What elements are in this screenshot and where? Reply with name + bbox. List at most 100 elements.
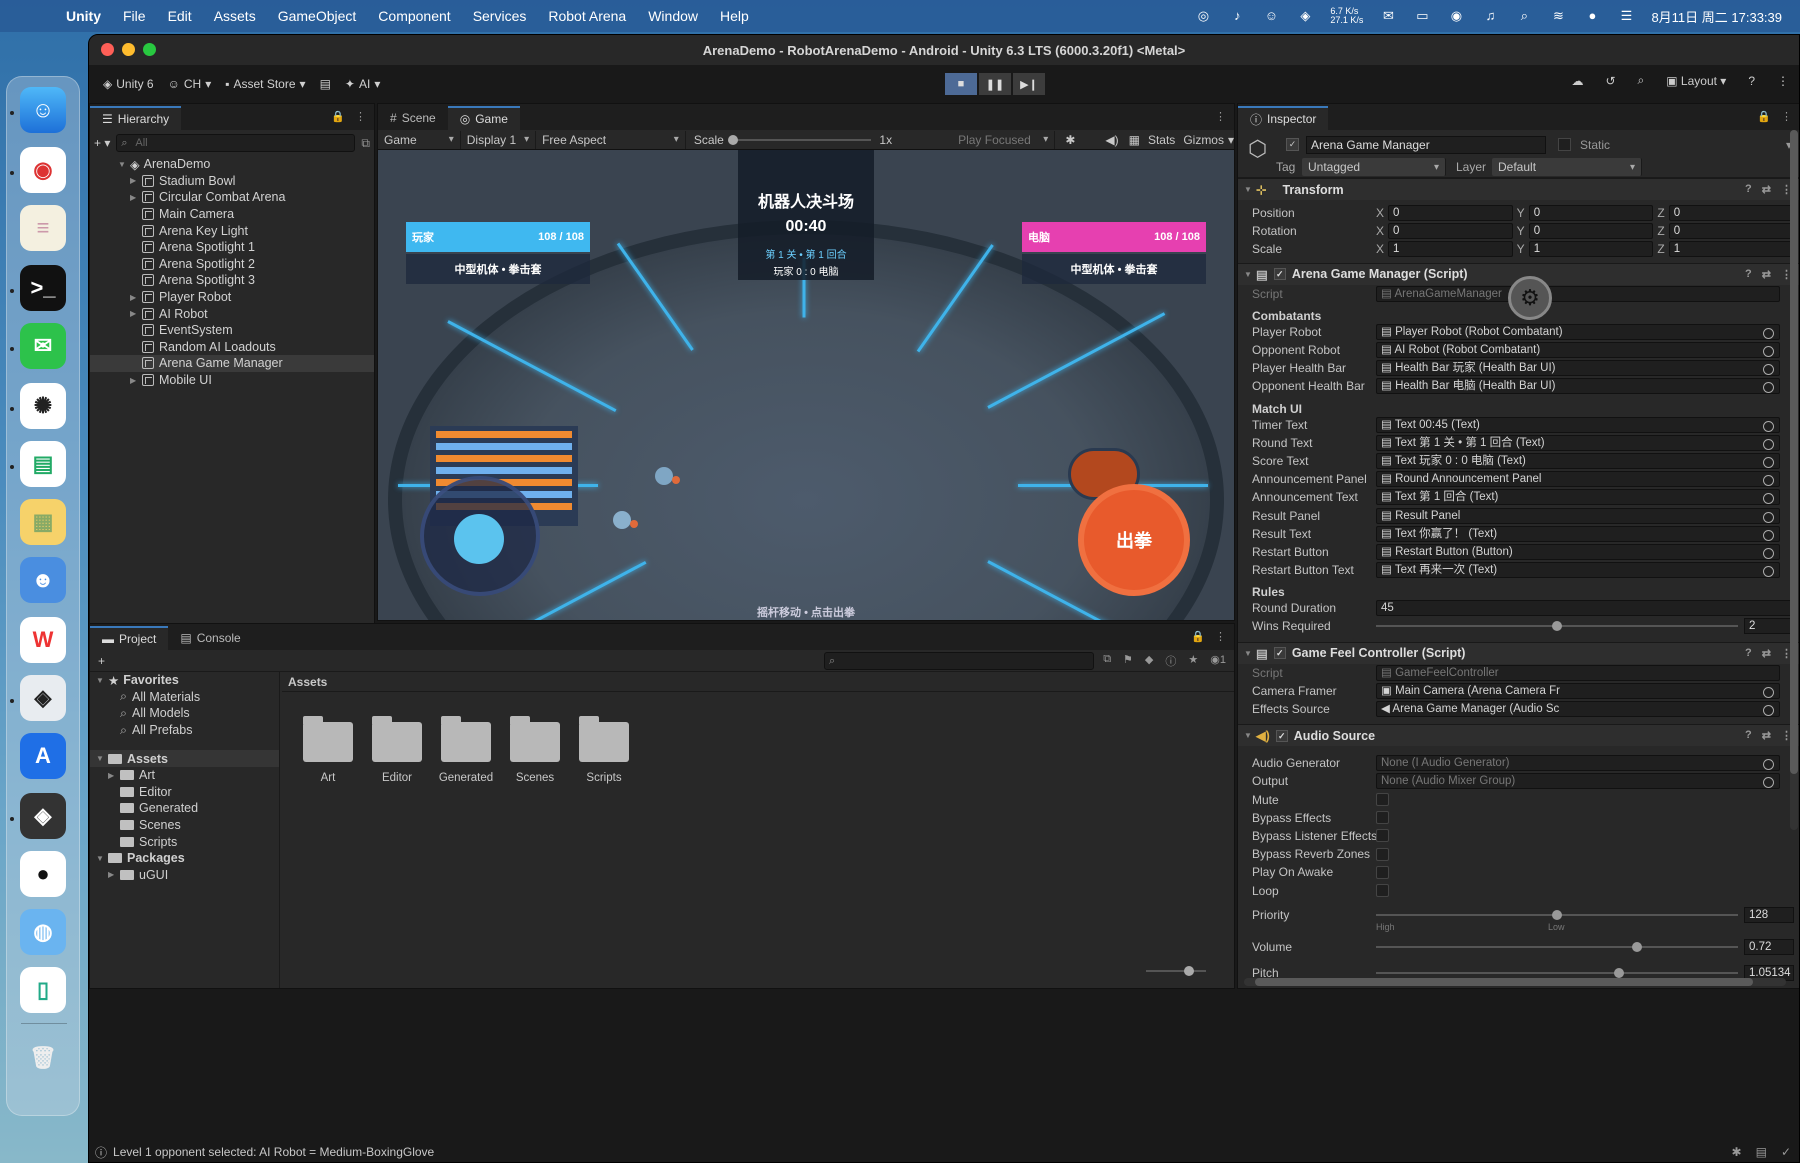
object-picker-icon[interactable]: [1763, 529, 1774, 541]
status-message[interactable]: Level 1 opponent selected: AI Robot = Me…: [113, 1145, 434, 1159]
asset-folder-item[interactable]: Generated: [90, 800, 279, 817]
expand-arrow-icon[interactable]: ▶: [130, 309, 142, 318]
zoom-window-button[interactable]: [143, 43, 156, 56]
menu-help[interactable]: Help: [720, 8, 749, 24]
cat-icon[interactable]: ☺: [1262, 8, 1280, 24]
add-object-button[interactable]: + ▾: [94, 136, 110, 150]
menu-services[interactable]: Services: [473, 8, 527, 24]
asset-folder-card[interactable]: Scenes: [507, 716, 563, 784]
search-by-type-icon[interactable]: ⧉: [1103, 653, 1111, 669]
gizmos-dropdown[interactable]: Gizmos: [1183, 133, 1224, 147]
asset-folder-card[interactable]: Generated: [438, 716, 494, 784]
icon-size-slider[interactable]: [1146, 966, 1206, 976]
hierarchy-item[interactable]: Arena Game Manager: [90, 355, 374, 372]
godot-icon[interactable]: ☻: [20, 557, 66, 603]
object-picker-icon[interactable]: [1763, 364, 1774, 376]
history-icon[interactable]: ↺: [1605, 74, 1615, 88]
cloud-icon[interactable]: ☁: [1571, 74, 1583, 88]
favorite-item[interactable]: ⌕ All Materials: [90, 689, 279, 706]
terminal-icon[interactable]: >_: [20, 265, 66, 311]
progress-icon[interactable]: ▤: [1756, 1145, 1767, 1159]
volume-slider[interactable]: 0.72: [1376, 938, 1794, 955]
agm-enabled-checkbox[interactable]: ✓: [1273, 268, 1286, 281]
menu-assets[interactable]: Assets: [214, 8, 256, 24]
layer-dropdown[interactable]: Default: [1492, 158, 1642, 176]
aspect-dropdown[interactable]: Free Aspect: [536, 130, 686, 149]
effects-source-field[interactable]: ◀ Arena Game Manager (Audio Sc: [1376, 701, 1780, 718]
inspector-horizontal-scrollbar[interactable]: [1244, 978, 1786, 986]
object-picker-icon[interactable]: [1763, 493, 1774, 505]
audio-generator-field[interactable]: None (I Audio Generator): [1376, 755, 1780, 772]
step-button[interactable]: ▶❙: [1013, 73, 1045, 95]
menu-file[interactable]: File: [123, 8, 146, 24]
position-x-field[interactable]: 0: [1388, 205, 1513, 222]
filter-icon[interactable]: ⧉: [361, 136, 370, 151]
hierarchy-item[interactable]: ▶ AI Robot: [90, 305, 374, 322]
toggle-checkbox[interactable]: [1376, 884, 1389, 898]
object-picker-icon[interactable]: [1763, 777, 1774, 789]
toggle-checkbox[interactable]: [1376, 847, 1389, 861]
object-picker-icon[interactable]: [1763, 327, 1774, 339]
object-reference-field[interactable]: ▤ Text 第 1 回合 (Text): [1376, 489, 1780, 506]
hierarchy-item[interactable]: Arena Key Light: [90, 222, 374, 239]
bug-icon[interactable]: ✱: [1732, 1145, 1742, 1159]
package-button[interactable]: ▤: [320, 77, 331, 91]
help-icon[interactable]: ?: [1745, 268, 1752, 281]
wechat-dock-icon[interactable]: ✉: [20, 323, 66, 369]
stickies-icon[interactable]: ▦: [20, 499, 66, 545]
position-z-field[interactable]: 0: [1668, 205, 1795, 222]
hierarchy-item[interactable]: ▶ Player Robot: [90, 289, 374, 306]
asset-folder-card[interactable]: Scripts: [576, 716, 632, 784]
package-folder-item[interactable]: ▶ uGUI: [90, 867, 279, 884]
object-reference-field[interactable]: ▤ Restart Button (Button): [1376, 543, 1780, 560]
lock-icon[interactable]: 🔒: [1191, 630, 1205, 643]
asset-folder-card[interactable]: Editor: [369, 716, 425, 784]
lock-icon[interactable]: 🔒: [331, 110, 345, 123]
hierarchy-item[interactable]: ▶ Stadium Bowl: [90, 173, 374, 190]
tab-scene[interactable]: # Scene: [378, 106, 448, 130]
wechat-icon[interactable]: ✉: [1379, 8, 1397, 24]
stats-button[interactable]: Stats: [1148, 133, 1175, 147]
object-reference-field[interactable]: ▤ Text 00:45 (Text): [1376, 416, 1780, 433]
audio-mute-icon[interactable]: ◀): [1105, 133, 1118, 147]
scene-root[interactable]: ▼ ◈ ArenaDemo: [90, 156, 374, 173]
object-picker-icon[interactable]: [1763, 705, 1774, 717]
more-icon[interactable]: ⋮: [1781, 110, 1792, 123]
object-reference-field[interactable]: ▤ AI Robot (Robot Combatant): [1376, 342, 1780, 359]
object-reference-field[interactable]: ▤ Text 再来一次 (Text): [1376, 562, 1780, 579]
scale-slider[interactable]: [727, 134, 872, 145]
notes-icon[interactable]: ≡: [20, 205, 66, 251]
tag-icon[interactable]: ◆: [1145, 653, 1153, 669]
more-icon[interactable]: ⋮: [1777, 74, 1789, 88]
punch-button[interactable]: 出拳: [1078, 484, 1190, 596]
object-picker-icon[interactable]: [1763, 420, 1774, 432]
camera-framer-field[interactable]: ▣ Main Camera (Arena Camera Fr: [1376, 682, 1780, 699]
expand-arrow-icon[interactable]: ▶: [108, 771, 120, 780]
simulator-icon[interactable]: ▯: [20, 967, 66, 1013]
hierarchy-item[interactable]: ▶ Circular Combat Arena: [90, 189, 374, 206]
more-icon[interactable]: ⋮: [1215, 630, 1226, 643]
volume-field[interactable]: 0.72: [1744, 938, 1794, 955]
wins-required-slider[interactable]: 2: [1376, 618, 1794, 635]
joystick-knob[interactable]: [454, 514, 504, 564]
search-by-label-icon[interactable]: ⚑: [1123, 653, 1133, 669]
asset-folder-item[interactable]: Scripts: [90, 833, 279, 850]
packages-root[interactable]: ▼ Packages: [90, 850, 279, 867]
help-icon[interactable]: ?: [1748, 74, 1755, 88]
menu-component[interactable]: Component: [378, 8, 450, 24]
hierarchy-search-input[interactable]: All: [116, 134, 356, 152]
favorite-icon[interactable]: ★: [1188, 653, 1198, 669]
expand-arrow-icon[interactable]: ▶: [108, 870, 120, 879]
asset-folder-card[interactable]: Art: [300, 716, 356, 784]
inspector-vertical-scrollbar[interactable]: [1790, 130, 1798, 830]
layout-dropdown[interactable]: ▣ Layout ▾: [1666, 74, 1726, 88]
preset-icon[interactable]: ⇄: [1762, 647, 1771, 660]
object-reference-field[interactable]: ▤ Result Panel: [1376, 507, 1780, 524]
object-picker-icon[interactable]: [1763, 456, 1774, 468]
toggle-checkbox[interactable]: [1376, 829, 1389, 843]
object-reference-field[interactable]: ▤ Text 玩家 0 : 0 电脑 (Text): [1376, 452, 1780, 469]
hidden-packages-icon[interactable]: ◉1: [1210, 653, 1226, 669]
tab-game[interactable]: ◎ Game: [447, 106, 520, 130]
menu-app[interactable]: Unity: [66, 8, 101, 24]
unity-hub-icon[interactable]: ◈: [1296, 8, 1314, 24]
